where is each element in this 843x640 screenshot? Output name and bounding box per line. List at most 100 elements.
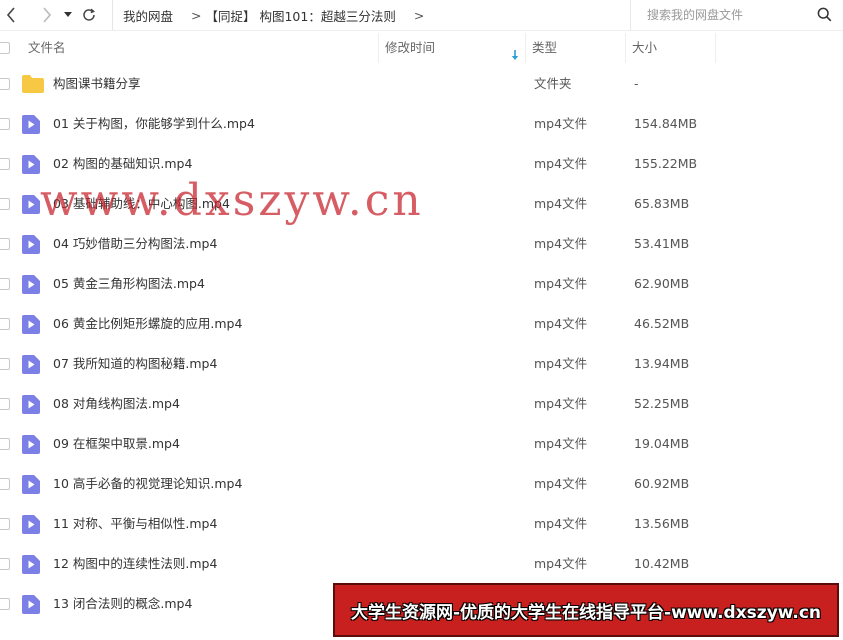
row-checkbox[interactable] [0,358,10,370]
file-row[interactable]: 03 基础辅助线：中心构图.mp4 mp4文件 65.83MB [0,184,843,224]
file-name[interactable]: 03 基础辅助线：中心构图.mp4 [53,184,230,224]
row-checkbox[interactable] [0,478,10,490]
file-name[interactable]: 05 黄金三角形构图法.mp4 [53,264,205,304]
file-row[interactable]: 05 黄金三角形构图法.mp4 mp4文件 62.90MB [0,264,843,304]
promo-banner-text: 大学生资源网-优质的大学生在线指导平台-www.dxszyw.cn [350,602,822,623]
breadcrumb: 我的网盘 > 【同捉】 构图101：超越三分法则 > [112,0,438,30]
video-file-icon [22,115,40,137]
file-name[interactable]: 构图课书籍分享 [53,64,141,104]
search-input[interactable] [645,7,819,23]
file-row[interactable]: 08 对角线构图法.mp4 mp4文件 52.25MB [0,384,843,424]
breadcrumb-item-folder[interactable]: 【同捉】 构图101：超越三分法则 [206,6,396,25]
video-file-icon [22,555,40,577]
file-type: mp4文件 [534,116,588,131]
file-name[interactable]: 08 对角线构图法.mp4 [53,384,180,424]
column-header-modified[interactable]: 修改时间 [378,33,526,63]
file-name[interactable]: 06 黄金比例矩形螺旋的应用.mp4 [53,304,242,344]
file-type: mp4文件 [534,276,588,291]
row-checkbox[interactable] [0,318,10,330]
row-checkbox[interactable] [0,238,10,250]
file-type: mp4文件 [534,316,588,331]
file-name[interactable]: 07 我所知道的构图秘籍.mp4 [53,344,217,384]
file-row[interactable]: 11 对称、平衡与相似性.mp4 mp4文件 13.56MB [0,504,843,544]
search-box [630,0,843,30]
column-name-label: 文件名 [28,40,66,55]
file-row[interactable]: 07 我所知道的构图秘籍.mp4 mp4文件 13.94MB [0,344,843,384]
back-button[interactable] [0,1,22,29]
file-type: mp4文件 [534,356,588,371]
row-checkbox[interactable] [0,158,10,170]
video-file-icon [22,155,40,177]
column-type-label: 类型 [532,40,558,55]
file-row[interactable]: 04 巧妙借助三分构图法.mp4 mp4文件 53.41MB [0,224,843,264]
file-type: mp4文件 [534,476,588,491]
file-row[interactable]: 06 黄金比例矩形螺旋的应用.mp4 mp4文件 46.52MB [0,304,843,344]
row-checkbox[interactable] [0,78,10,90]
forward-button[interactable] [36,1,58,29]
row-checkbox[interactable] [0,518,10,530]
row-checkbox[interactable] [0,558,10,570]
file-name[interactable]: 04 巧妙借助三分构图法.mp4 [53,224,217,264]
file-type: mp4文件 [534,556,588,571]
refresh-button[interactable] [78,1,100,29]
promo-banner: 大学生资源网-优质的大学生在线指导平台-www.dxszyw.cn [333,583,839,637]
column-size-label: 大小 [632,40,658,55]
column-header-size[interactable]: 大小 [626,33,716,63]
file-size: 53.41MB [634,236,690,251]
column-header-type[interactable]: 类型 [526,33,626,63]
breadcrumb-separator: > [191,7,202,23]
file-type: mp4文件 [534,516,588,531]
file-size: 62.90MB [634,276,690,291]
video-file-icon [22,395,40,417]
file-row[interactable]: 构图课书籍分享 文件夹 - [0,64,843,104]
file-type: mp4文件 [534,196,588,211]
row-checkbox[interactable] [0,118,10,130]
file-size: 155.22MB [634,156,698,171]
row-checkbox[interactable] [0,398,10,410]
select-all-checkbox[interactable] [0,42,10,54]
video-file-icon [22,475,40,497]
file-type: mp4文件 [534,236,588,251]
file-name[interactable]: 09 在框架中取景.mp4 [53,424,180,464]
file-size: 60.92MB [634,476,690,491]
video-file-icon [22,595,40,617]
search-icon[interactable] [817,7,832,26]
history-dropdown-button[interactable] [60,1,76,29]
file-size: 65.83MB [634,196,690,211]
row-checkbox[interactable] [0,598,10,610]
breadcrumb-item-root[interactable]: 我的网盘 [123,6,173,25]
refresh-icon [82,8,96,22]
file-size: 13.94MB [634,356,690,371]
row-checkbox[interactable] [0,198,10,210]
video-file-icon [22,435,40,457]
column-modified-label: 修改时间 [385,40,436,55]
file-size: 52.25MB [634,396,690,411]
file-name[interactable]: 10 高手必备的视觉理论知识.mp4 [53,464,242,504]
file-name[interactable]: 01 关于构图，你能够学到什么.mp4 [53,104,255,144]
file-size: - [634,76,639,91]
file-row[interactable]: 01 关于构图，你能够学到什么.mp4 mp4文件 154.84MB [0,104,843,144]
file-row[interactable]: 12 构图中的连续性法则.mp4 mp4文件 10.42MB [0,544,843,584]
file-list: 构图课书籍分享 文件夹 - 01 关于构图，你能够学到什么.mp4 mp4文件 … [0,64,843,624]
chevron-right-icon [42,7,52,23]
file-name[interactable]: 02 构图的基础知识.mp4 [53,144,192,184]
row-checkbox[interactable] [0,438,10,450]
file-name[interactable]: 12 构图中的连续性法则.mp4 [53,544,217,584]
video-file-icon [22,315,40,337]
file-row[interactable]: 02 构图的基础知识.mp4 mp4文件 155.22MB [0,144,843,184]
file-size: 46.52MB [634,316,690,331]
column-header-name[interactable]: 文件名 [22,33,378,63]
file-type: mp4文件 [534,156,588,171]
caret-down-icon [64,12,72,18]
file-type: mp4文件 [534,396,588,411]
file-type: 文件夹 [534,76,572,91]
file-name[interactable]: 13 闭合法则的概念.mp4 [53,584,192,624]
file-size: 10.42MB [634,556,690,571]
file-row[interactable]: 10 高手必备的视觉理论知识.mp4 mp4文件 60.92MB [0,464,843,504]
file-row[interactable]: 09 在框架中取景.mp4 mp4文件 19.04MB [0,424,843,464]
video-file-icon [22,235,40,257]
breadcrumb-separator: > [413,7,425,23]
column-header: 文件名 修改时间 类型 大小 [0,33,843,63]
file-name[interactable]: 11 对称、平衡与相似性.mp4 [53,504,217,544]
row-checkbox[interactable] [0,278,10,290]
